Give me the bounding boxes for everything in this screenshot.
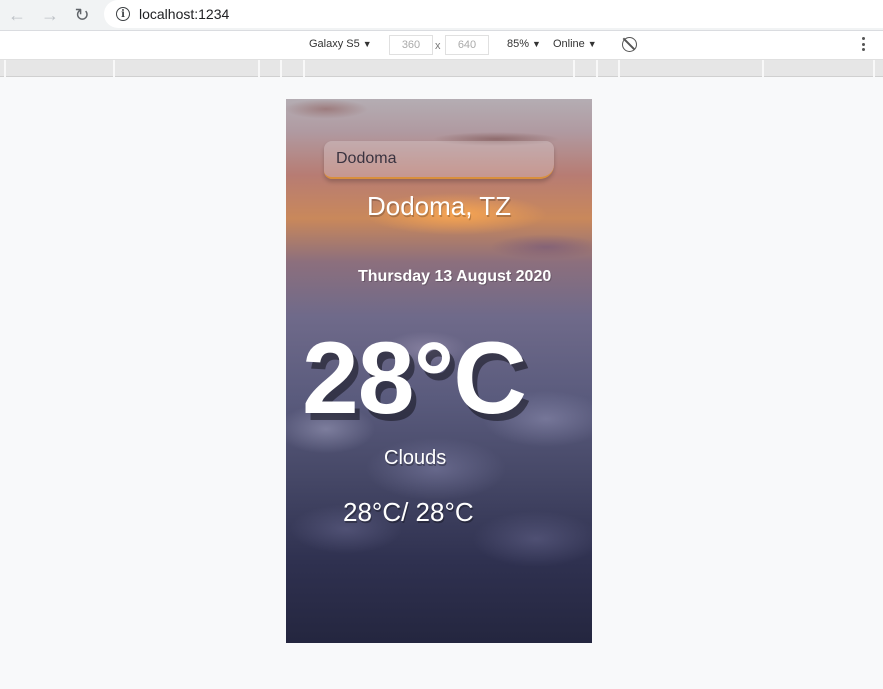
temperature: 28°C (302, 321, 527, 435)
dimension-separator: x (435, 40, 441, 52)
network-select[interactable]: Online ▼ (553, 38, 597, 50)
height-input[interactable]: 640 (445, 35, 489, 55)
device-name: Galaxy S5 (309, 38, 360, 50)
caret-down-icon: ▼ (362, 39, 372, 49)
info-icon[interactable]: i (116, 7, 130, 21)
address-bar[interactable]: i localhost:1234 (104, 0, 883, 28)
width-input[interactable]: 360 (389, 35, 433, 55)
url-text: localhost:1234 (139, 6, 230, 22)
zoom-select[interactable]: 85% ▼ (507, 38, 541, 50)
media-query-ruler (0, 60, 883, 77)
caret-down-icon: ▼ (532, 39, 541, 49)
forward-arrow-icon[interactable]: → (38, 3, 62, 27)
location-title: Dodoma, TZ (286, 191, 592, 222)
rotate-icon[interactable] (622, 37, 637, 52)
browser-toolbar: ← → ↻ i localhost:1234 (0, 0, 883, 31)
weather-app: Dodoma Dodoma, TZ Thursday 13 August 202… (286, 99, 592, 643)
weather-condition: Clouds (384, 447, 447, 469)
date-text: Thursday 13 August 2020 (358, 268, 552, 285)
back-arrow-icon[interactable]: ← (5, 3, 29, 27)
device-toolbar: Galaxy S5 ▼ 360 x 640 85% ▼ Online ▼ (0, 31, 883, 60)
search-input[interactable]: Dodoma (324, 141, 554, 179)
zoom-value: 85% (507, 38, 530, 50)
caret-down-icon: ▼ (587, 39, 597, 49)
reload-icon[interactable]: ↻ (70, 3, 94, 27)
more-options-icon[interactable] (858, 37, 868, 51)
network-value: Online (553, 38, 585, 50)
hi-low-temperature: 28°C/ 28°C (343, 497, 474, 527)
device-select[interactable]: Galaxy S5 ▼ (309, 38, 372, 50)
location-text: Dodoma, TZ (366, 191, 511, 221)
